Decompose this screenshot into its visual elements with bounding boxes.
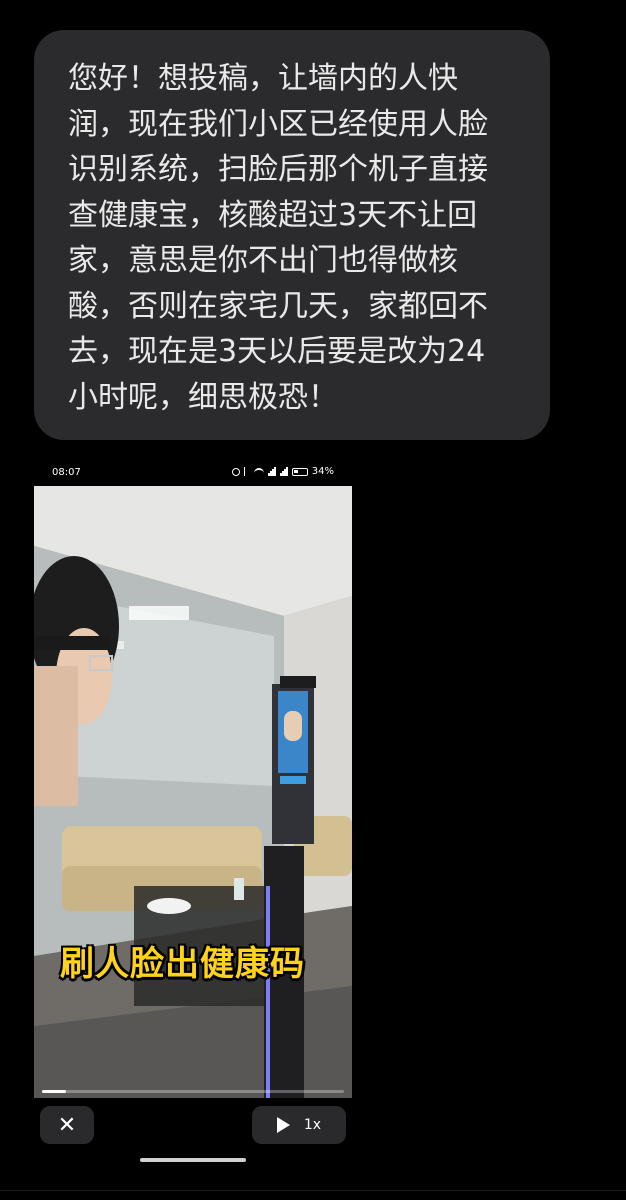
speed-label: 1x bbox=[303, 1117, 322, 1133]
video-caption: 刷人脸出健康码 bbox=[60, 944, 305, 984]
close-icon: ✕ bbox=[57, 1112, 77, 1138]
alarm-icon bbox=[231, 467, 240, 476]
close-button[interactable]: ✕ bbox=[40, 1106, 94, 1144]
status-icons: 34% bbox=[231, 466, 334, 477]
message-bubble[interactable]: 您好！想投稿，让墙内的人快 润，现在我们小区已经使用人脸 识别系统，扫脸后那个机… bbox=[34, 30, 550, 440]
video-progress-fill bbox=[42, 1090, 67, 1093]
video-message[interactable]: 08:07 34% 刷人脸出健康码 ✕ 1x bbox=[34, 456, 352, 1176]
office-scene-image bbox=[34, 486, 352, 1098]
play-speed-button[interactable]: 1x bbox=[252, 1106, 346, 1144]
home-indicator bbox=[140, 1158, 246, 1162]
signal-icon-2 bbox=[279, 467, 288, 476]
message-text: 您好！想投稿，让墙内的人快 润，现在我们小区已经使用人脸 识别系统，扫脸后那个机… bbox=[68, 61, 488, 415]
wifi-icon bbox=[253, 468, 264, 475]
signal-icon bbox=[267, 467, 276, 476]
battery-icon bbox=[291, 467, 308, 476]
video-frame[interactable]: 刷人脸出健康码 bbox=[34, 486, 352, 1098]
status-time: 08:07 bbox=[52, 467, 81, 478]
battery-percent: 34% bbox=[311, 466, 334, 477]
video-status-bar: 08:07 34% bbox=[34, 456, 352, 486]
divider bbox=[0, 1190, 626, 1191]
play-icon bbox=[276, 1117, 290, 1133]
bluetooth-icon bbox=[243, 467, 250, 476]
video-progress-bar[interactable] bbox=[42, 1090, 344, 1093]
